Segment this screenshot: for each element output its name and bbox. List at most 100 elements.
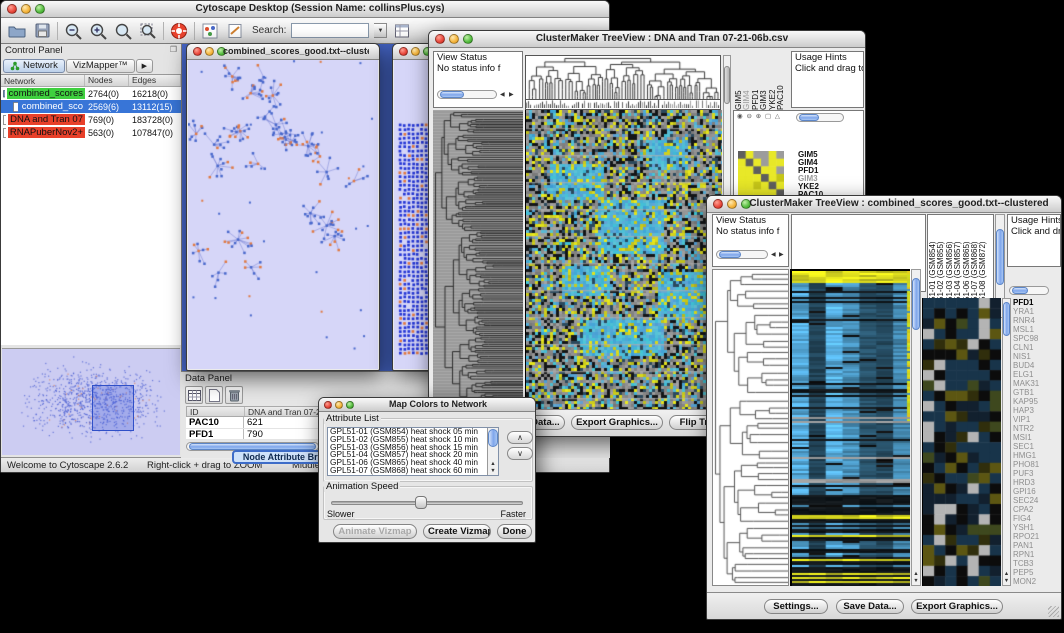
float-panel-icon[interactable]: ❐: [170, 45, 177, 54]
open-session-icon[interactable]: [7, 21, 27, 41]
network-view-canvas[interactable]: [188, 60, 378, 369]
close-button[interactable]: [324, 401, 332, 409]
zoom-detail-heatmap[interactable]: [922, 298, 1001, 586]
minimize-button[interactable]: [21, 4, 31, 14]
settings-button[interactable]: Settings...: [764, 599, 828, 614]
minimize-button[interactable]: [205, 47, 214, 56]
attribute-list[interactable]: GPL51-01 (GSM854) heat shock 05 minGPL51…: [327, 427, 499, 476]
zoom-out-icon[interactable]: [63, 21, 83, 41]
vizmap-icon[interactable]: [200, 21, 220, 41]
scrollbar-thumb[interactable]: [1012, 287, 1028, 294]
minimize-button[interactable]: [411, 47, 420, 56]
network-overview[interactable]: [2, 348, 180, 455]
network-row[interactable]: RNAPuberNov2+ 563(0) 107847(0): [1, 126, 181, 139]
scroll-left-icon[interactable]: ◀: [500, 91, 505, 98]
help-lifering-icon[interactable]: [169, 21, 189, 41]
mini-matrix-canvas[interactable]: [738, 151, 784, 197]
move-down-button[interactable]: ∨: [507, 447, 533, 460]
overview-viewport-rect[interactable]: [92, 385, 134, 431]
minimize-button[interactable]: [335, 401, 343, 409]
close-button[interactable]: [7, 4, 17, 14]
tab-vizmapper[interactable]: VizMapper™: [66, 59, 135, 73]
row-dendrogram-canvas[interactable]: [713, 270, 788, 585]
detail-heatmap-canvas[interactable]: [923, 298, 1001, 586]
overview-canvas[interactable]: [2, 349, 180, 455]
scrollbar-thumb[interactable]: [440, 91, 464, 98]
create-vizmap-button[interactable]: Create Vizmap: [423, 524, 491, 539]
search-dropdown-button[interactable]: ▼: [374, 23, 387, 38]
zoom-fit-icon[interactable]: [113, 21, 133, 41]
scroll-right-icon[interactable]: ▶: [779, 251, 784, 258]
slider-thumb[interactable]: [415, 496, 427, 509]
scrollbar-thumb[interactable]: [189, 443, 316, 450]
view-status-scrollbar[interactable]: [716, 250, 768, 259]
column-header-network[interactable]: Network: [1, 75, 85, 86]
close-button[interactable]: [713, 199, 723, 209]
scrollbar-thumb[interactable]: [1003, 302, 1010, 336]
attribute-list-scrollbar[interactable]: ▲ ▼: [487, 428, 498, 475]
minimize-button[interactable]: [449, 34, 459, 44]
save-session-icon[interactable]: [32, 21, 52, 41]
new-attribute-icon[interactable]: [205, 386, 223, 404]
attribute-browser-icon[interactable]: [392, 21, 412, 41]
scrollbar-thumb[interactable]: [724, 66, 730, 104]
treeview1-titlebar[interactable]: ClusterMaker TreeView : DNA and Tran 07-…: [429, 31, 865, 48]
heatmap-vscrollbar[interactable]: ▲ ▼: [911, 269, 921, 586]
scrollbar-thumb[interactable]: [799, 114, 819, 121]
close-button[interactable]: [435, 34, 445, 44]
scroll-up-icon[interactable]: ▲: [912, 571, 920, 577]
zoom-panel-scrollbar[interactable]: [796, 113, 844, 122]
network-row-selected[interactable]: combined_sco 2569(6) 13112(15): [1, 100, 181, 113]
delete-attribute-icon[interactable]: [225, 386, 243, 404]
heatmap[interactable]: [790, 269, 910, 586]
zoom-tools-icons[interactable]: ◉ ⊖ ⊕ ▢ △: [737, 112, 781, 120]
row-dendrogram[interactable]: [712, 269, 789, 586]
column-header-edges[interactable]: Edges: [129, 75, 181, 86]
heatmap-canvas[interactable]: [792, 271, 910, 586]
row-dendrogram-canvas[interactable]: [433, 110, 523, 413]
minimize-button[interactable]: [727, 199, 737, 209]
more-tabs-button[interactable]: ▶: [136, 59, 153, 73]
row-dendrogram[interactable]: [433, 110, 523, 413]
network-row[interactable]: DNA and Tran 07 769(0) 183728(0): [1, 113, 181, 126]
scroll-up-icon[interactable]: ▲: [488, 461, 498, 467]
export-graphics-button[interactable]: Export Graphics...: [571, 415, 663, 430]
export-graphics-button[interactable]: Export Graphics...: [911, 599, 1003, 614]
column-header-id[interactable]: ID: [187, 407, 245, 416]
column-header-nodes[interactable]: Nodes: [85, 75, 129, 86]
scrollbar-thumb[interactable]: [996, 229, 1004, 285]
network-row[interactable]: combined_scores 2764(0) 16218(0): [1, 87, 181, 100]
animation-speed-slider[interactable]: [331, 501, 523, 505]
usage-hints-scrollbar[interactable]: [1009, 286, 1049, 295]
scroll-down-icon[interactable]: ▼: [1003, 578, 1010, 584]
close-button[interactable]: [399, 47, 408, 56]
detail-vscrollbar[interactable]: ▲ ▼: [1002, 298, 1011, 586]
scrollbar-thumb[interactable]: [488, 429, 498, 447]
close-button[interactable]: [193, 47, 202, 56]
zoom-in-icon[interactable]: [88, 21, 108, 41]
tab-network[interactable]: Network: [3, 59, 65, 73]
main-titlebar[interactable]: Cytoscape Desktop (Session Name: collins…: [1, 1, 609, 18]
dialog-titlebar[interactable]: Map Colors to Network: [319, 398, 535, 412]
scroll-down-icon[interactable]: ▼: [912, 578, 920, 584]
move-up-button[interactable]: ∧: [507, 431, 533, 444]
heatmap-canvas[interactable]: [526, 110, 722, 413]
search-input[interactable]: [291, 23, 369, 38]
network-window-titlebar[interactable]: combined_scores_good.txt--cluste...: [187, 44, 379, 60]
annotation-icon[interactable]: [225, 21, 245, 41]
scrollbar-thumb[interactable]: [719, 251, 741, 258]
zoom-selected-icon[interactable]: [138, 21, 158, 41]
scroll-down-icon[interactable]: ▼: [488, 468, 498, 474]
scroll-left-icon[interactable]: ◀: [771, 251, 776, 258]
resize-grip[interactable]: [1048, 606, 1059, 617]
save-data-button[interactable]: Save Data...: [836, 599, 904, 614]
scroll-right-icon[interactable]: ▶: [509, 91, 514, 98]
heatmap[interactable]: [525, 110, 721, 413]
done-button[interactable]: Done: [497, 524, 532, 539]
view-status-scrollbar[interactable]: [437, 90, 497, 99]
select-attributes-icon[interactable]: [185, 386, 203, 404]
column-dendrogram-canvas[interactable]: [526, 56, 720, 99]
treeview2-titlebar[interactable]: ClusterMaker TreeView : combined_scores_…: [707, 196, 1061, 213]
column-dendrogram[interactable]: [525, 55, 721, 100]
scroll-up-icon[interactable]: ▲: [1003, 571, 1010, 577]
